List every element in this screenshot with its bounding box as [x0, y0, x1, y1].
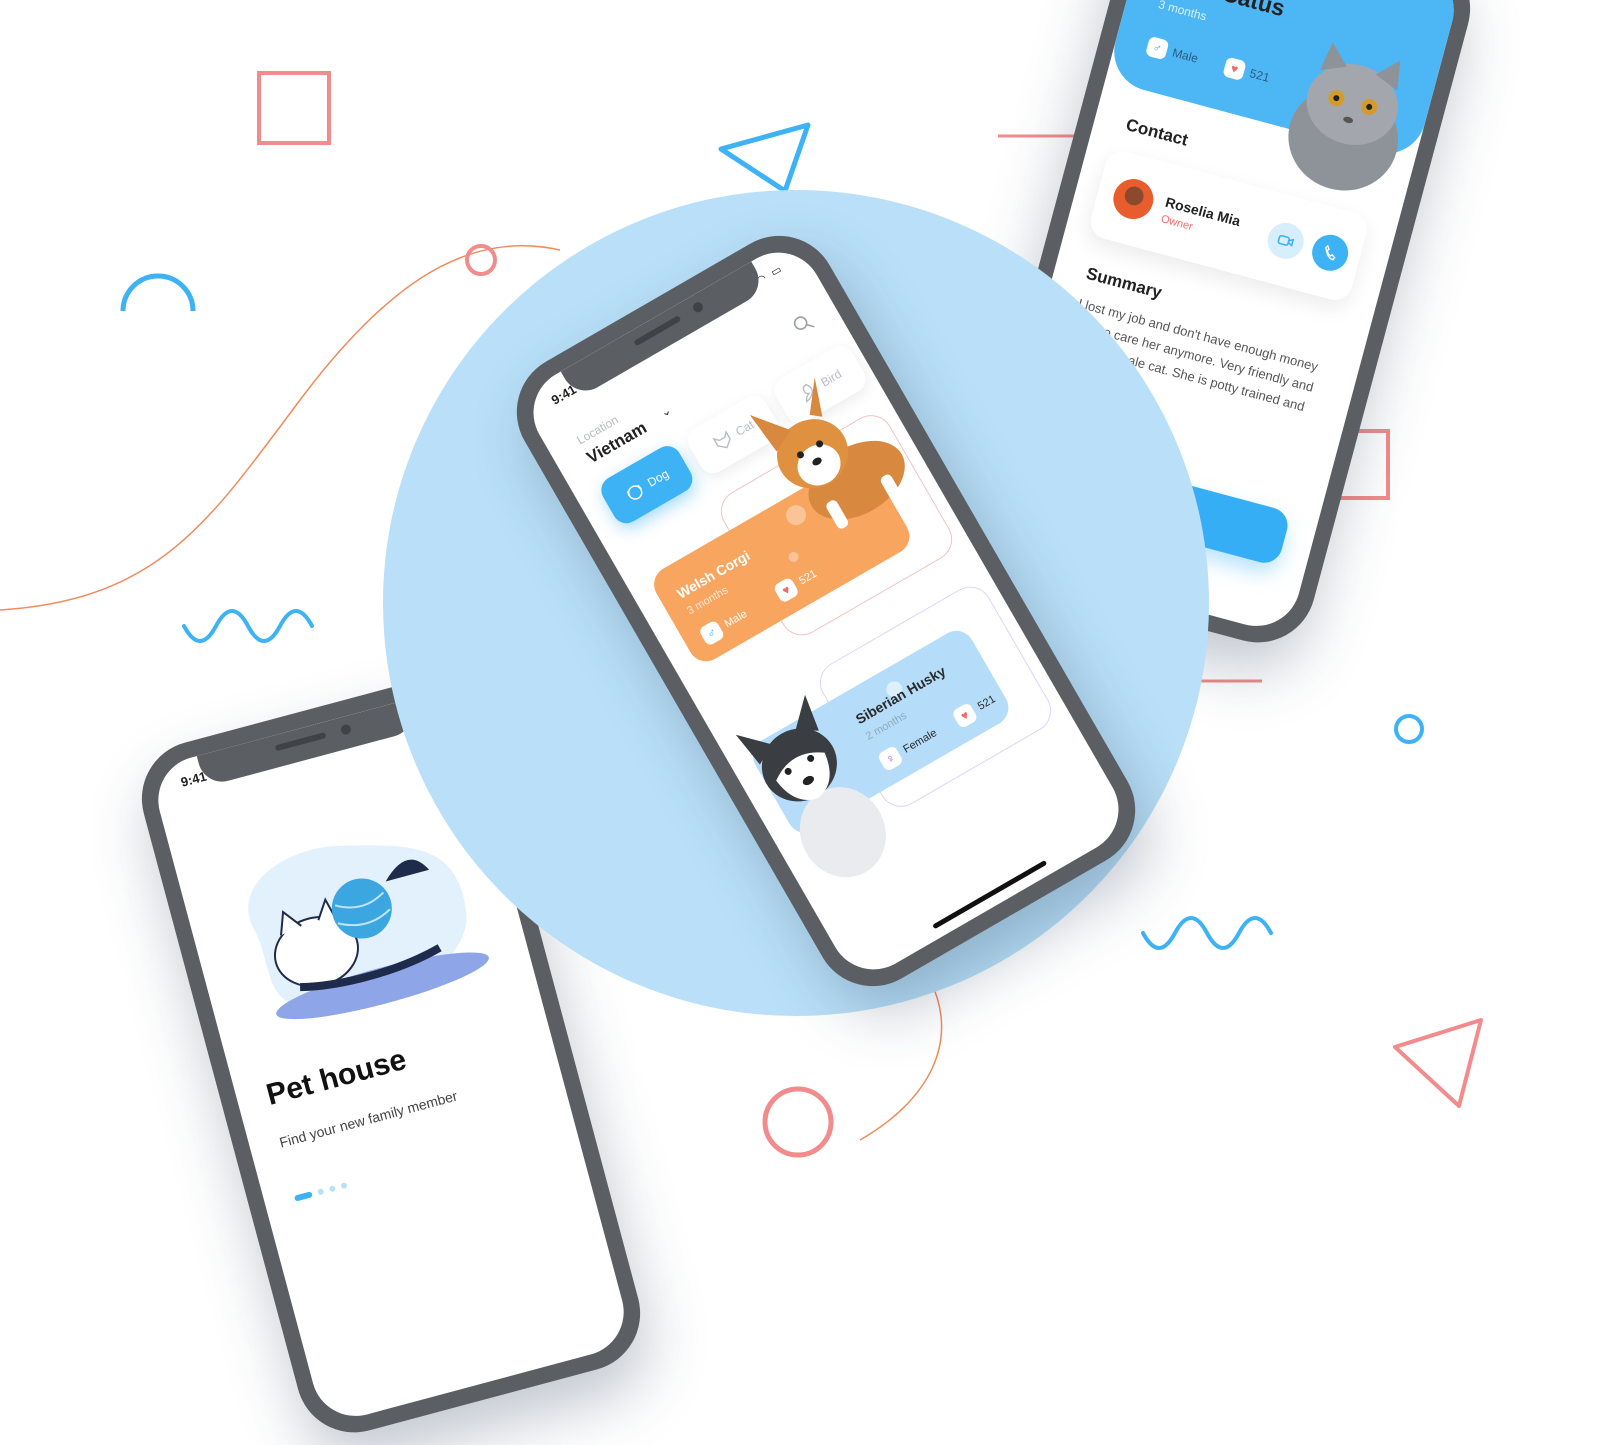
- pet-likes[interactable]: ♥ 521: [951, 690, 999, 730]
- owner-avatar: [1108, 174, 1158, 224]
- phone-call-button[interactable]: [1308, 230, 1353, 275]
- video-call-button[interactable]: [1263, 218, 1308, 263]
- dog-icon: [626, 484, 643, 500]
- tab-dog-label: Dog: [645, 466, 672, 490]
- cat-icon: [712, 430, 731, 449]
- chevron-down-icon[interactable]: ⌄: [658, 403, 674, 420]
- pet-likes-count: 521: [975, 693, 998, 713]
- pet-likes-count: 521: [797, 567, 819, 588]
- female-icon: ♀: [876, 744, 905, 773]
- pet-likes[interactable]: ♥ 521: [772, 564, 821, 604]
- pet-sex-label: Male: [1170, 45, 1200, 66]
- video-camera-icon: [1277, 234, 1295, 248]
- heart-icon: ♥: [772, 576, 800, 604]
- pet-sex-label: Female: [901, 727, 940, 756]
- corgi-photo: [749, 377, 905, 529]
- heart-icon: ♥: [951, 701, 979, 730]
- male-icon: ♂: [698, 619, 726, 647]
- pet-likes-count: 521: [1248, 66, 1272, 85]
- contact-heading: Contact: [1124, 115, 1191, 150]
- page-indicator[interactable]: [293, 1181, 348, 1202]
- pet-sex: ♂ Male: [698, 605, 751, 647]
- phone-icon: [1325, 244, 1336, 261]
- search-icon[interactable]: [790, 310, 817, 337]
- pet-sex-label: Male: [722, 607, 750, 631]
